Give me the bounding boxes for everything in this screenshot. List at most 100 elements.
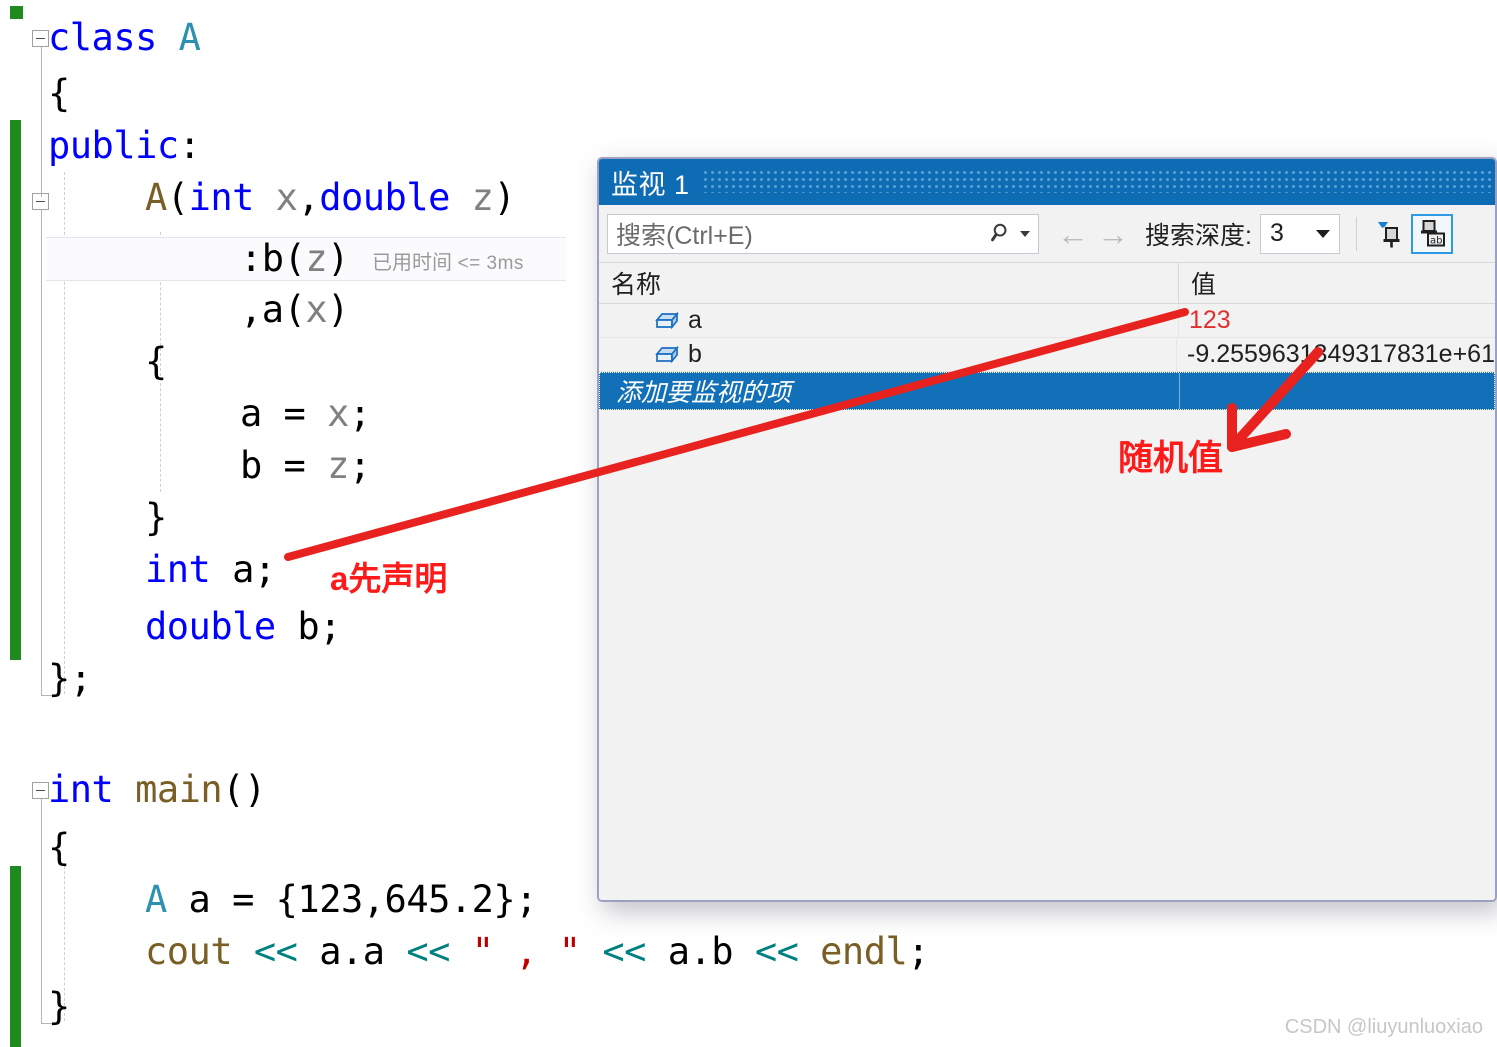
outline-guide-class xyxy=(41,47,42,197)
change-bar-main xyxy=(10,866,21,1047)
code-token: " , " xyxy=(471,930,581,973)
search-icon-group[interactable] xyxy=(991,222,1038,245)
watch-row-value-cell[interactable]: 123 xyxy=(1179,304,1495,337)
column-header-name[interactable]: 名称 xyxy=(599,263,1179,303)
watch-row-value-cell[interactable]: -9.2559631349317831e+61 xyxy=(1177,338,1495,371)
pin-ab-button[interactable]: ab xyxy=(1410,213,1453,254)
outline-guide-main xyxy=(41,799,42,1023)
add-watch-item-row[interactable]: 添加要监视的项 xyxy=(599,372,1495,410)
watch-window-titlebar[interactable]: 监视 1 xyxy=(599,159,1495,205)
column-header-value-label: 值 xyxy=(1191,271,1217,299)
code-line[interactable]: }; xyxy=(48,657,92,701)
search-depth-chevron-down-icon[interactable] xyxy=(1315,229,1330,238)
code-token: }; xyxy=(48,657,92,700)
code-token: endl xyxy=(820,930,908,973)
watch-window[interactable]: 监视 1 搜索(Ctrl+E) ← → 搜索深度: 3 ab 名称 值 a 12… xyxy=(597,157,1497,902)
watch-row-name-cell[interactable]: a xyxy=(599,304,1179,337)
code-line[interactable]: { xyxy=(145,340,167,384)
code-line[interactable]: } xyxy=(145,496,167,540)
collapse-toggle-main[interactable] xyxy=(32,782,49,799)
code-token: public xyxy=(48,124,179,167)
table-row[interactable]: b -9.2559631349317831e+61 xyxy=(599,338,1495,372)
code-token: x xyxy=(305,288,328,331)
csdn-watermark: CSDN @liuyunluoxiao xyxy=(1284,1016,1483,1038)
code-token: ( xyxy=(283,288,306,331)
pin-filter-icon xyxy=(1377,221,1400,247)
watch-row-value: -9.2559631349317831e+61 xyxy=(1187,340,1495,368)
code-token: << xyxy=(754,930,799,973)
nav-forward-arrow-icon[interactable]: → xyxy=(1093,218,1133,250)
watch-grid-header: 名称 值 xyxy=(599,262,1495,304)
collapse-toggle-class[interactable] xyxy=(32,30,49,47)
code-token: ) xyxy=(327,237,349,280)
code-token: = xyxy=(261,392,328,435)
search-depth-select[interactable]: 3 xyxy=(1259,213,1340,254)
pin-filter-button[interactable] xyxy=(1369,214,1411,254)
code-token: z xyxy=(471,176,494,219)
code-line[interactable]: a = x; xyxy=(240,392,371,436)
code-token: A xyxy=(145,878,167,921)
watch-row-name: b xyxy=(688,340,702,368)
code-token: : xyxy=(178,124,201,167)
add-watch-item-value-cell[interactable] xyxy=(1180,373,1494,409)
add-watch-item-name-cell[interactable]: 添加要监视的项 xyxy=(600,373,1180,409)
field-cube-icon xyxy=(655,345,679,363)
add-watch-item-label: 添加要监视的项 xyxy=(616,379,792,407)
code-line[interactable]: public: xyxy=(48,124,201,168)
table-row[interactable]: a 123 xyxy=(599,304,1495,338)
code-line[interactable]: int a; xyxy=(145,548,276,592)
watch-empty-area[interactable] xyxy=(599,410,1495,900)
code-line[interactable]: b = z; xyxy=(240,444,371,488)
code-line[interactable]: } xyxy=(48,985,70,1029)
code-line[interactable]: :b(z) xyxy=(240,237,349,281)
code-token: { xyxy=(48,72,70,115)
code-line[interactable]: int main() xyxy=(48,768,266,812)
search-input[interactable]: 搜索(Ctrl+E) xyxy=(607,213,1039,254)
code-token: , xyxy=(240,288,262,331)
code-line[interactable]: { xyxy=(48,72,70,116)
watch-row-value: 123 xyxy=(1189,306,1231,334)
search-depth-label: 搜索深度: xyxy=(1145,221,1252,250)
code-token: ( xyxy=(283,237,306,280)
code-token: a; xyxy=(210,548,276,591)
elapsed-time-adornment: 已用时间 <= 3ms xyxy=(372,246,524,275)
code-line[interactable]: cout << a.a << " , " << a.b << endl; xyxy=(145,930,930,974)
code-token: a. xyxy=(297,930,363,973)
code-token: a = {123,645.2}; xyxy=(166,878,538,921)
nav-back-arrow-icon[interactable]: ← xyxy=(1053,218,1093,250)
code-token: { xyxy=(48,826,70,869)
search-icon[interactable] xyxy=(991,222,1014,245)
code-token: b; xyxy=(275,605,341,648)
search-options-chevron-down-icon[interactable] xyxy=(1020,230,1030,237)
watch-toolbar[interactable]: 搜索(Ctrl+E) ← → 搜索深度: 3 ab xyxy=(599,205,1495,262)
watch-row-name-cell[interactable]: b xyxy=(599,338,1178,371)
code-line[interactable]: A a = {123,645.2}; xyxy=(145,878,537,922)
code-token: : xyxy=(240,237,262,280)
code-token: x xyxy=(275,176,298,219)
code-token: ; xyxy=(348,444,371,487)
column-header-value[interactable]: 值 xyxy=(1179,263,1495,303)
code-token: ) xyxy=(327,288,349,331)
code-line[interactable]: class A xyxy=(48,16,201,60)
code-line[interactable]: double b; xyxy=(145,605,341,649)
code-line[interactable]: A(int x,double z) xyxy=(145,176,516,220)
annotation-random-value: 随机值 xyxy=(1118,439,1224,478)
watch-window-title: 监视 1 xyxy=(611,169,690,200)
code-line[interactable]: ,a(x) xyxy=(240,288,349,332)
code-token: ) xyxy=(493,176,516,219)
code-token: int xyxy=(188,176,255,219)
code-token: b xyxy=(240,444,262,487)
code-token: a xyxy=(240,392,262,435)
code-line[interactable]: { xyxy=(48,826,70,870)
code-token: A xyxy=(145,176,167,219)
code-token: int xyxy=(48,768,114,811)
annotation-a-declared-first: a先声明 xyxy=(330,560,448,597)
elapsed-time-label: 已用时间 xyxy=(372,252,452,274)
code-token: , xyxy=(297,176,320,219)
code-token: A xyxy=(178,16,201,59)
